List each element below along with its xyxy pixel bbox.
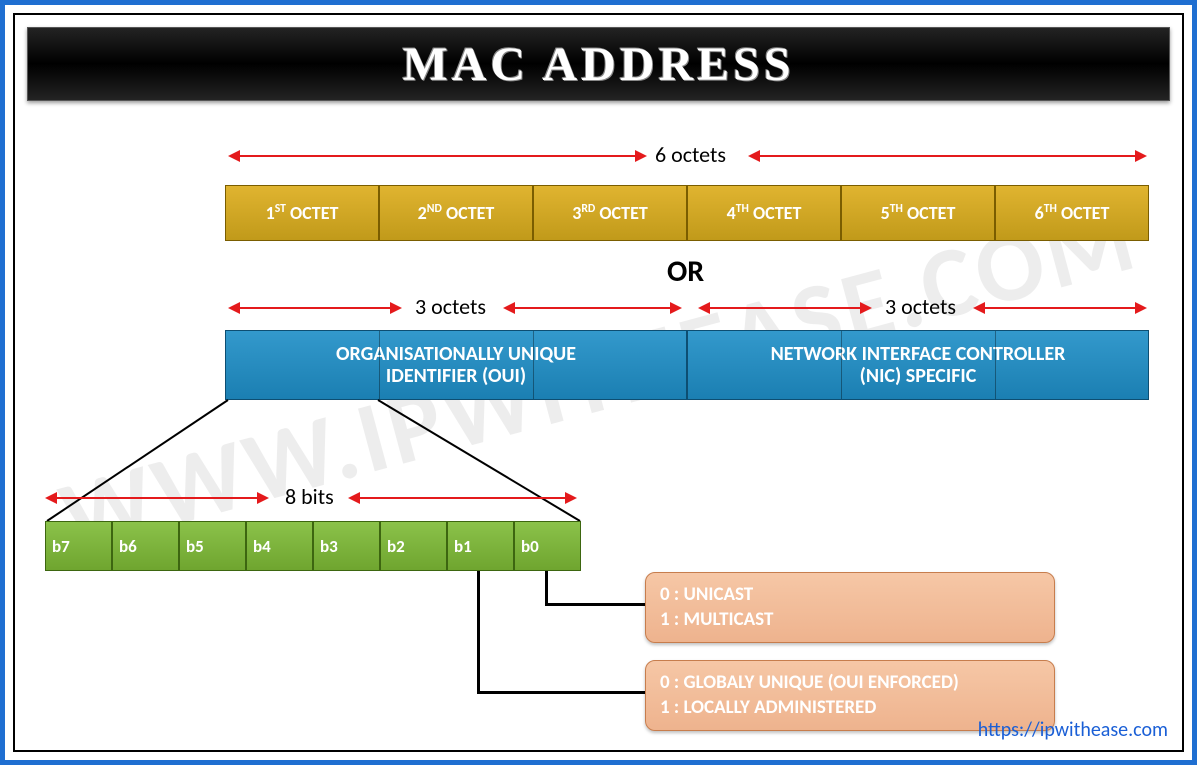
range-arrow-6octets-right [750, 155, 1145, 157]
meaning-b0-line2: 1 : MULTICAST [660, 608, 1040, 633]
connector-b1-vert [477, 571, 480, 693]
octet-cell-1: 1ST OCTET [225, 185, 379, 241]
range-arrow-3octets-right-a [700, 307, 870, 309]
connector-b1-horiz [477, 691, 645, 694]
section-cell-oui: ORGANISATIONALLY UNIQUE IDENTIFIER (OUI) [225, 330, 687, 400]
range-label-3octets-right: 3 octets [885, 293, 956, 320]
inner-frame: MAC ADDRESS WWW.IPWITHEASE.COM 6 octets … [13, 13, 1184, 752]
meaning-b1-line2: 1 : LOCALLY ADMINISTERED [660, 696, 1040, 721]
connector-b0-vert [545, 571, 548, 605]
section-nic-line1: NETWORK INTERFACE CONTROLLER [771, 343, 1066, 365]
range-arrow-3octets-left-b [505, 307, 680, 309]
section-oui-line1: ORGANISATIONALLY UNIQUE [336, 343, 576, 365]
range-arrow-8bits-right [350, 497, 575, 499]
octet-row: 1ST OCTET 2ND OCTET 3RD OCTET 4TH OCTET … [225, 185, 1149, 241]
range-arrow-3octets-left-a [230, 307, 400, 309]
meaning-b1-line1: 0 : GLOBALY UNIQUE (OUI ENFORCED) [660, 671, 1040, 696]
range-label-6octets: 6 octets [655, 141, 726, 168]
footer-url: https://ipwithease.com [978, 718, 1168, 742]
bit-cell-b7: b7 [45, 521, 112, 571]
bit-cell-b0: b0 [514, 521, 581, 571]
meaning-b0-line1: 0 : UNICAST [660, 583, 1040, 608]
octet-cell-6: 6TH OCTET [995, 185, 1149, 241]
bit-cell-b2: b2 [380, 521, 447, 571]
range-arrow-8bits-left [47, 497, 267, 499]
range-label-3octets-left: 3 octets [415, 293, 486, 320]
bit-cell-b3: b3 [313, 521, 380, 571]
section-oui-line2: IDENTIFIER (OUI) [386, 365, 526, 387]
bit-cell-b1: b1 [447, 521, 514, 571]
outer-frame: MAC ADDRESS WWW.IPWITHEASE.COM 6 octets … [0, 0, 1197, 765]
title-text: MAC ADDRESS [402, 37, 794, 92]
bit-cell-b4: b4 [246, 521, 313, 571]
connector-b0-horiz [545, 603, 645, 606]
section-nic-line2: (NIC) SPECIFIC [860, 365, 977, 387]
octet-cell-2: 2ND OCTET [379, 185, 533, 241]
section-row: ORGANISATIONALLY UNIQUE IDENTIFIER (OUI)… [225, 330, 1149, 400]
range-arrow-3octets-right-b [975, 307, 1145, 309]
bits-row: b7 b6 b5 b4 b3 b2 b1 b0 [45, 521, 581, 571]
meaning-box-b0: 0 : UNICAST 1 : MULTICAST [645, 572, 1055, 643]
octet-cell-3: 3RD OCTET [533, 185, 687, 241]
diagram-stage: WWW.IPWITHEASE.COM 6 octets 1ST OCTET 2N… [15, 105, 1182, 750]
octet-cell-5: 5TH OCTET [841, 185, 995, 241]
section-cell-nic: NETWORK INTERFACE CONTROLLER (NIC) SPECI… [687, 330, 1149, 400]
octet-cell-4: 4TH OCTET [687, 185, 841, 241]
bit-cell-b6: b6 [112, 521, 179, 571]
bit-cell-b5: b5 [179, 521, 246, 571]
range-label-8bits: 8 bits [285, 483, 334, 510]
or-label: OR [667, 253, 704, 290]
title-banner: MAC ADDRESS [27, 27, 1170, 101]
range-arrow-6octets-left [230, 155, 645, 157]
